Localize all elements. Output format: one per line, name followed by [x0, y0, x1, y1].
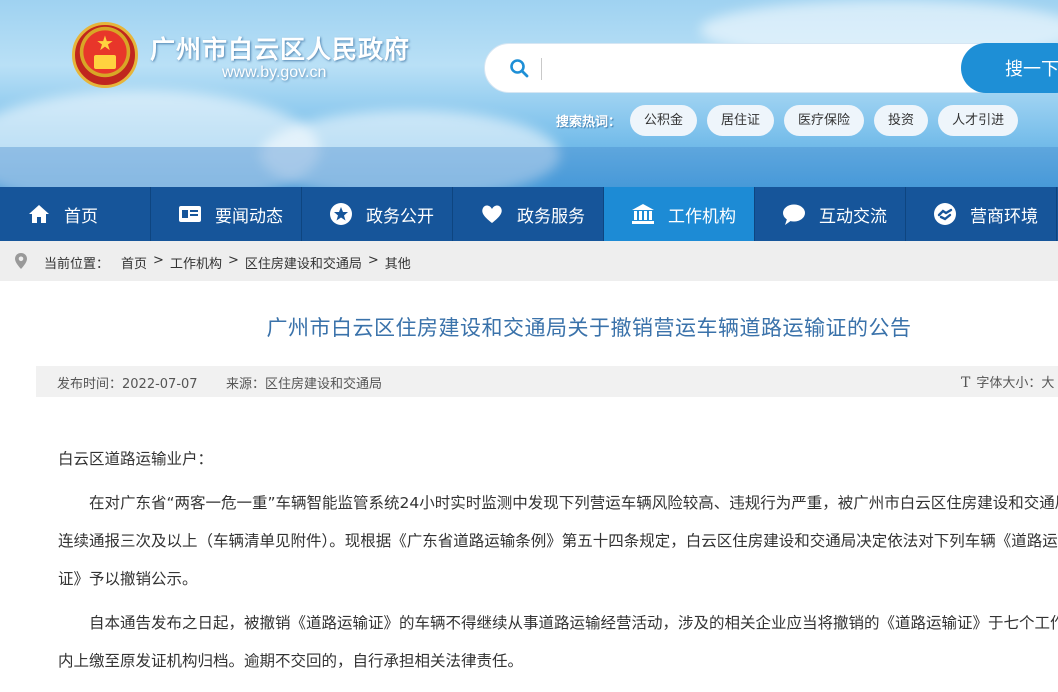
- nav-item-interaction[interactable]: 互动交流: [755, 187, 906, 241]
- national-emblem-logo[interactable]: ★: [72, 22, 138, 88]
- hot-words-label: 搜索热词：: [556, 115, 622, 130]
- hot-word-tag[interactable]: 投资: [874, 105, 929, 136]
- article-paragraph-line: 证》予以撤销公示。: [58, 570, 198, 588]
- breadcrumb-prefix: 当前位置：: [44, 257, 110, 272]
- search-icon[interactable]: [509, 58, 529, 78]
- article-greeting: 白云区道路运输业户：: [58, 450, 214, 468]
- breadcrumb: 当前位置： 首页 > 工作机构 > 区住房建设和交通局 > 其他: [44, 253, 411, 272]
- location-pin-icon: [15, 253, 27, 269]
- search-divider: [541, 58, 542, 80]
- article-source: 来源：区住房建设和交通局: [226, 377, 383, 392]
- font-size-label: 字体大小：: [976, 376, 1042, 391]
- article-paragraph-line: 连续通报三次及以上（车辆清单见附件）。现根据《广东省道路运输条例》第五十四条规定…: [58, 532, 1058, 550]
- nav-item-business[interactable]: 营商环境: [906, 187, 1057, 241]
- heart-icon: [482, 205, 502, 223]
- search-box: [484, 43, 1004, 93]
- hot-word-tag[interactable]: 居住证: [707, 105, 775, 136]
- home-icon: [29, 205, 49, 223]
- handshake-icon: [934, 203, 956, 225]
- breadcrumb-link-other[interactable]: 其他: [385, 253, 411, 272]
- site-title[interactable]: 广州市白云区人民政府: [150, 30, 410, 66]
- article-meta-bar: 发布时间：2022-07-07 来源：区住房建设和交通局 T 字体大小：大: [36, 366, 1058, 397]
- hot-words-list: 公积金 居住证 医疗保险 投资 人才引进: [630, 105, 1019, 136]
- nav-label: 政务公开: [366, 206, 434, 227]
- emblem-gate-icon: [94, 55, 116, 69]
- breadcrumb-separator: >: [367, 253, 379, 268]
- nav-label: 要闻动态: [215, 206, 283, 227]
- nav-label: 首页: [64, 206, 98, 227]
- main-nav: 首页 要闻动态 政务公开 政务服务 工作机构 互动交流 营商环境: [0, 187, 1058, 241]
- article-paragraph-line: 自本通告发布之日起，被撤销《道路运输证》的车辆不得继续从事道路运输经营活动，涉及…: [89, 614, 1058, 632]
- font-size-control: T 字体大小：大: [961, 372, 1054, 391]
- news-card-icon: [179, 206, 201, 222]
- emblem-star-icon: ★: [96, 31, 114, 55]
- breadcrumb-bar: 当前位置： 首页 > 工作机构 > 区住房建设和交通局 > 其他: [0, 241, 1058, 281]
- nav-label: 营商环境: [970, 206, 1038, 227]
- breadcrumb-separator: >: [153, 253, 164, 268]
- hot-word-tag[interactable]: 人才引进: [938, 105, 1019, 136]
- breadcrumb-link-bureau[interactable]: 区住房建设和交通局: [245, 253, 362, 272]
- article-paragraph-line: 内上缴至原发证机构归档。逾期不交回的，自行承担相关法律责任。: [58, 652, 524, 670]
- nav-item-agencies[interactable]: 工作机构: [604, 187, 755, 241]
- nav-item-news[interactable]: 要闻动态: [151, 187, 302, 241]
- publish-date: 发布时间：2022-07-07: [57, 377, 198, 392]
- breadcrumb-separator: >: [227, 253, 239, 268]
- article-title: 广州市白云区住房建设和交通局关于撤销营运车辆道路运输证的公告: [266, 316, 912, 340]
- text-size-icon: T: [961, 375, 971, 391]
- search-input[interactable]: [551, 52, 951, 86]
- nav-label: 互动交流: [819, 206, 887, 227]
- article-body: 白云区道路运输业户： 在对广东省“两客一危一重”车辆智能监管系统24小时实时监测…: [58, 440, 1058, 680]
- header-skyline: [0, 147, 1058, 187]
- site-header: ★ 广州市白云区人民政府 www.by.gov.cn 搜一下 搜索热词： 公积金…: [0, 0, 1058, 187]
- hot-word-tag[interactable]: 医疗保险: [784, 105, 865, 136]
- chat-bubble-icon: [783, 204, 805, 225]
- article-paragraph-line: 在对广东省“两客一危一重”车辆智能监管系统24小时实时监测中发现下列营运车辆风险…: [89, 494, 1058, 512]
- nav-item-disclosure[interactable]: 政务公开: [302, 187, 453, 241]
- building-icon: [632, 204, 654, 224]
- breadcrumb-link-home[interactable]: 首页: [121, 253, 147, 272]
- nav-label: 政务服务: [517, 206, 585, 227]
- site-url: www.by.gov.cn: [222, 64, 327, 81]
- nav-item-services[interactable]: 政务服务: [453, 187, 604, 241]
- breadcrumb-link-agencies[interactable]: 工作机构: [170, 253, 222, 272]
- nav-item-home[interactable]: 首页: [0, 187, 151, 241]
- search-button[interactable]: 搜一下: [961, 43, 1058, 93]
- hot-word-tag[interactable]: 公积金: [630, 105, 698, 136]
- font-size-large-button[interactable]: 大: [1041, 376, 1054, 391]
- nav-label: 工作机构: [668, 206, 736, 227]
- star-circle-icon: [330, 203, 352, 225]
